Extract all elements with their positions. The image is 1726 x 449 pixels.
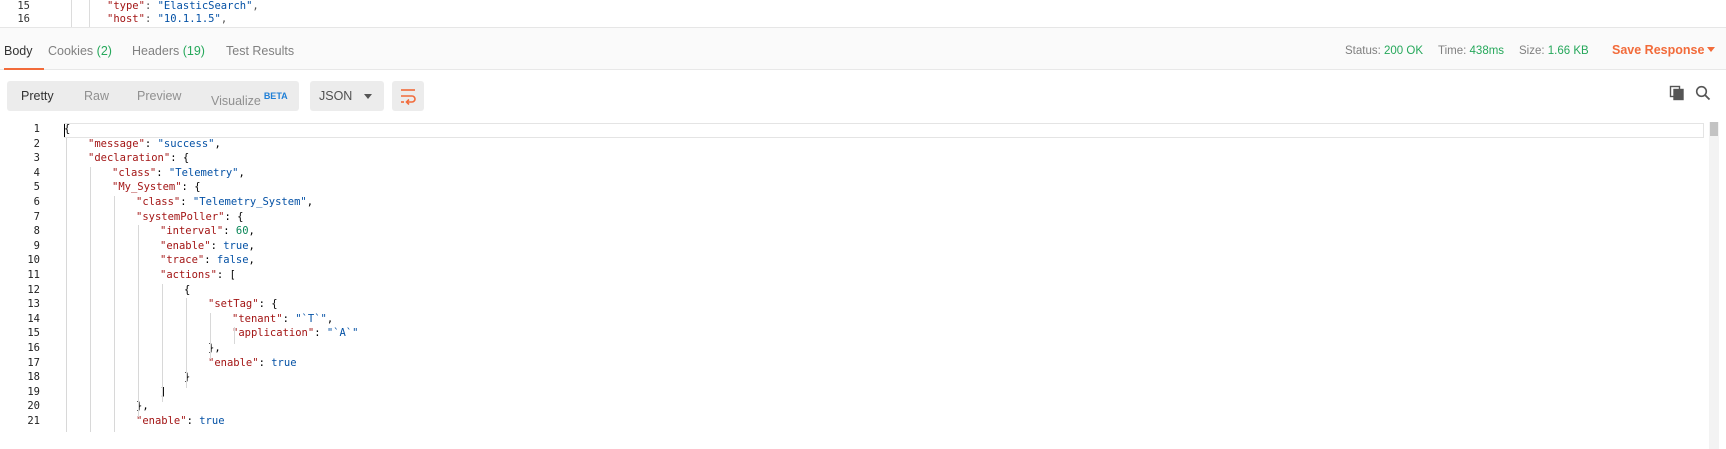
line-number: 4 [33,166,40,179]
code-line: "host": "10.1.1.5", [107,13,228,25]
code-line: "class": "Telemetry_System", [136,196,314,208]
line-number: 11 [27,269,40,281]
code-line: ] [160,385,167,398]
wrap-lines-button[interactable] [392,81,424,111]
beta-badge: BETA [263,91,288,101]
line-number: 7 [33,210,40,223]
tab-body[interactable]: Body [4,28,44,71]
code-line: { [64,123,71,135]
status-value: 200 OK [1384,45,1424,57]
code-line: "setTag": { [208,298,278,311]
code-line: "trace": false, [160,254,255,267]
line-number: 13 [27,298,40,311]
time-value: 438ms [1469,45,1505,57]
response-tabs-bar: Body Cookies (2) Headers (19) Test Resul… [0,28,1726,71]
code-line: "interval": 60, [160,225,255,238]
format-selected-value: JSON [319,89,353,103]
size-indicator: Size: 1.66 KB [1519,45,1589,57]
view-mode-preview[interactable]: Preview [137,81,181,111]
line-number: 2 [33,137,40,150]
indent-guide [114,196,115,432]
code-line: "enable": true [208,356,297,369]
code-line: "message": "success", [88,137,221,150]
code-line: "actions": [ [160,269,236,281]
line-number: 17 [27,356,40,369]
chevron-down-icon [364,94,372,99]
request-body-editor[interactable]: 15 "type": "ElasticSearch", 16 "host": "… [0,0,1726,28]
format-dropdown[interactable]: JSON [310,81,384,111]
line-number: 12 [27,283,40,296]
size-value: 1.66 KB [1547,45,1589,57]
line-number: 5 [33,181,40,194]
line-number: 16 [27,342,40,354]
line-number: 6 [33,196,40,208]
code-line: { [184,283,191,296]
code-line: "application": "`A`" [232,327,359,340]
code-line: "type": "ElasticSearch", [107,0,259,12]
line-number: 10 [27,254,40,267]
line-number: 1 [33,123,40,135]
indent-guide [66,137,67,432]
line-number: 18 [27,371,40,384]
code-line: "tenant": "`T`", [232,312,334,325]
time-indicator: Time: 438ms [1438,45,1505,57]
code-line: "declaration": { [88,152,190,165]
active-line-highlight [64,123,1704,138]
code-line: } [184,371,191,384]
line-number: 19 [27,385,40,398]
line-number: 3 [33,152,40,165]
response-toolbar: Pretty Raw Preview Visualize BETA JSON [0,70,1726,122]
search-icon[interactable] [1695,85,1711,106]
indent-guide [138,225,139,417]
view-mode-switch: Pretty Raw Preview Visualize BETA [7,81,299,111]
indent-guide [234,327,235,344]
line-number: 16 [17,13,30,25]
view-mode-raw[interactable]: Raw [84,81,109,111]
tab-cookies[interactable]: Cookies (2) [48,28,112,70]
line-number: 8 [33,225,40,238]
chevron-down-icon[interactable] [1707,47,1715,52]
response-body-viewer[interactable]: 1 {2 "message": "success", 3 "declaration": … [0,122,1726,449]
view-mode-visualize[interactable]: Visualize BETA [211,81,288,111]
tab-test-results[interactable]: Test Results [226,28,294,70]
code-line: "My_System": { [112,181,201,194]
code-line: "enable": true, [160,239,255,252]
copy-icon[interactable] [1669,85,1685,106]
line-number: 21 [27,415,40,427]
indent-guide [210,312,211,359]
line-number: 14 [27,312,40,325]
wrap-lines-icon [401,89,416,105]
vertical-scrollbar[interactable] [1709,122,1719,449]
indent-guide [90,166,91,432]
indent-guide [186,298,187,388]
line-number: 9 [33,239,40,252]
line-number: 20 [27,400,40,413]
tab-headers[interactable]: Headers (19) [132,28,205,70]
view-mode-pretty[interactable]: Pretty [21,81,54,111]
status-indicator: Status: 200 OK [1345,45,1424,57]
code-line: "enable": true [136,415,225,427]
line-number: 15 [27,327,40,340]
code-line: "class": "Telemetry", [112,166,245,179]
indent-guide [162,283,163,403]
scrollbar-thumb[interactable] [1710,122,1718,136]
save-response-button[interactable]: Save Response [1612,28,1704,70]
line-number: 15 [17,0,30,12]
code-line: "systemPoller": { [136,210,244,223]
